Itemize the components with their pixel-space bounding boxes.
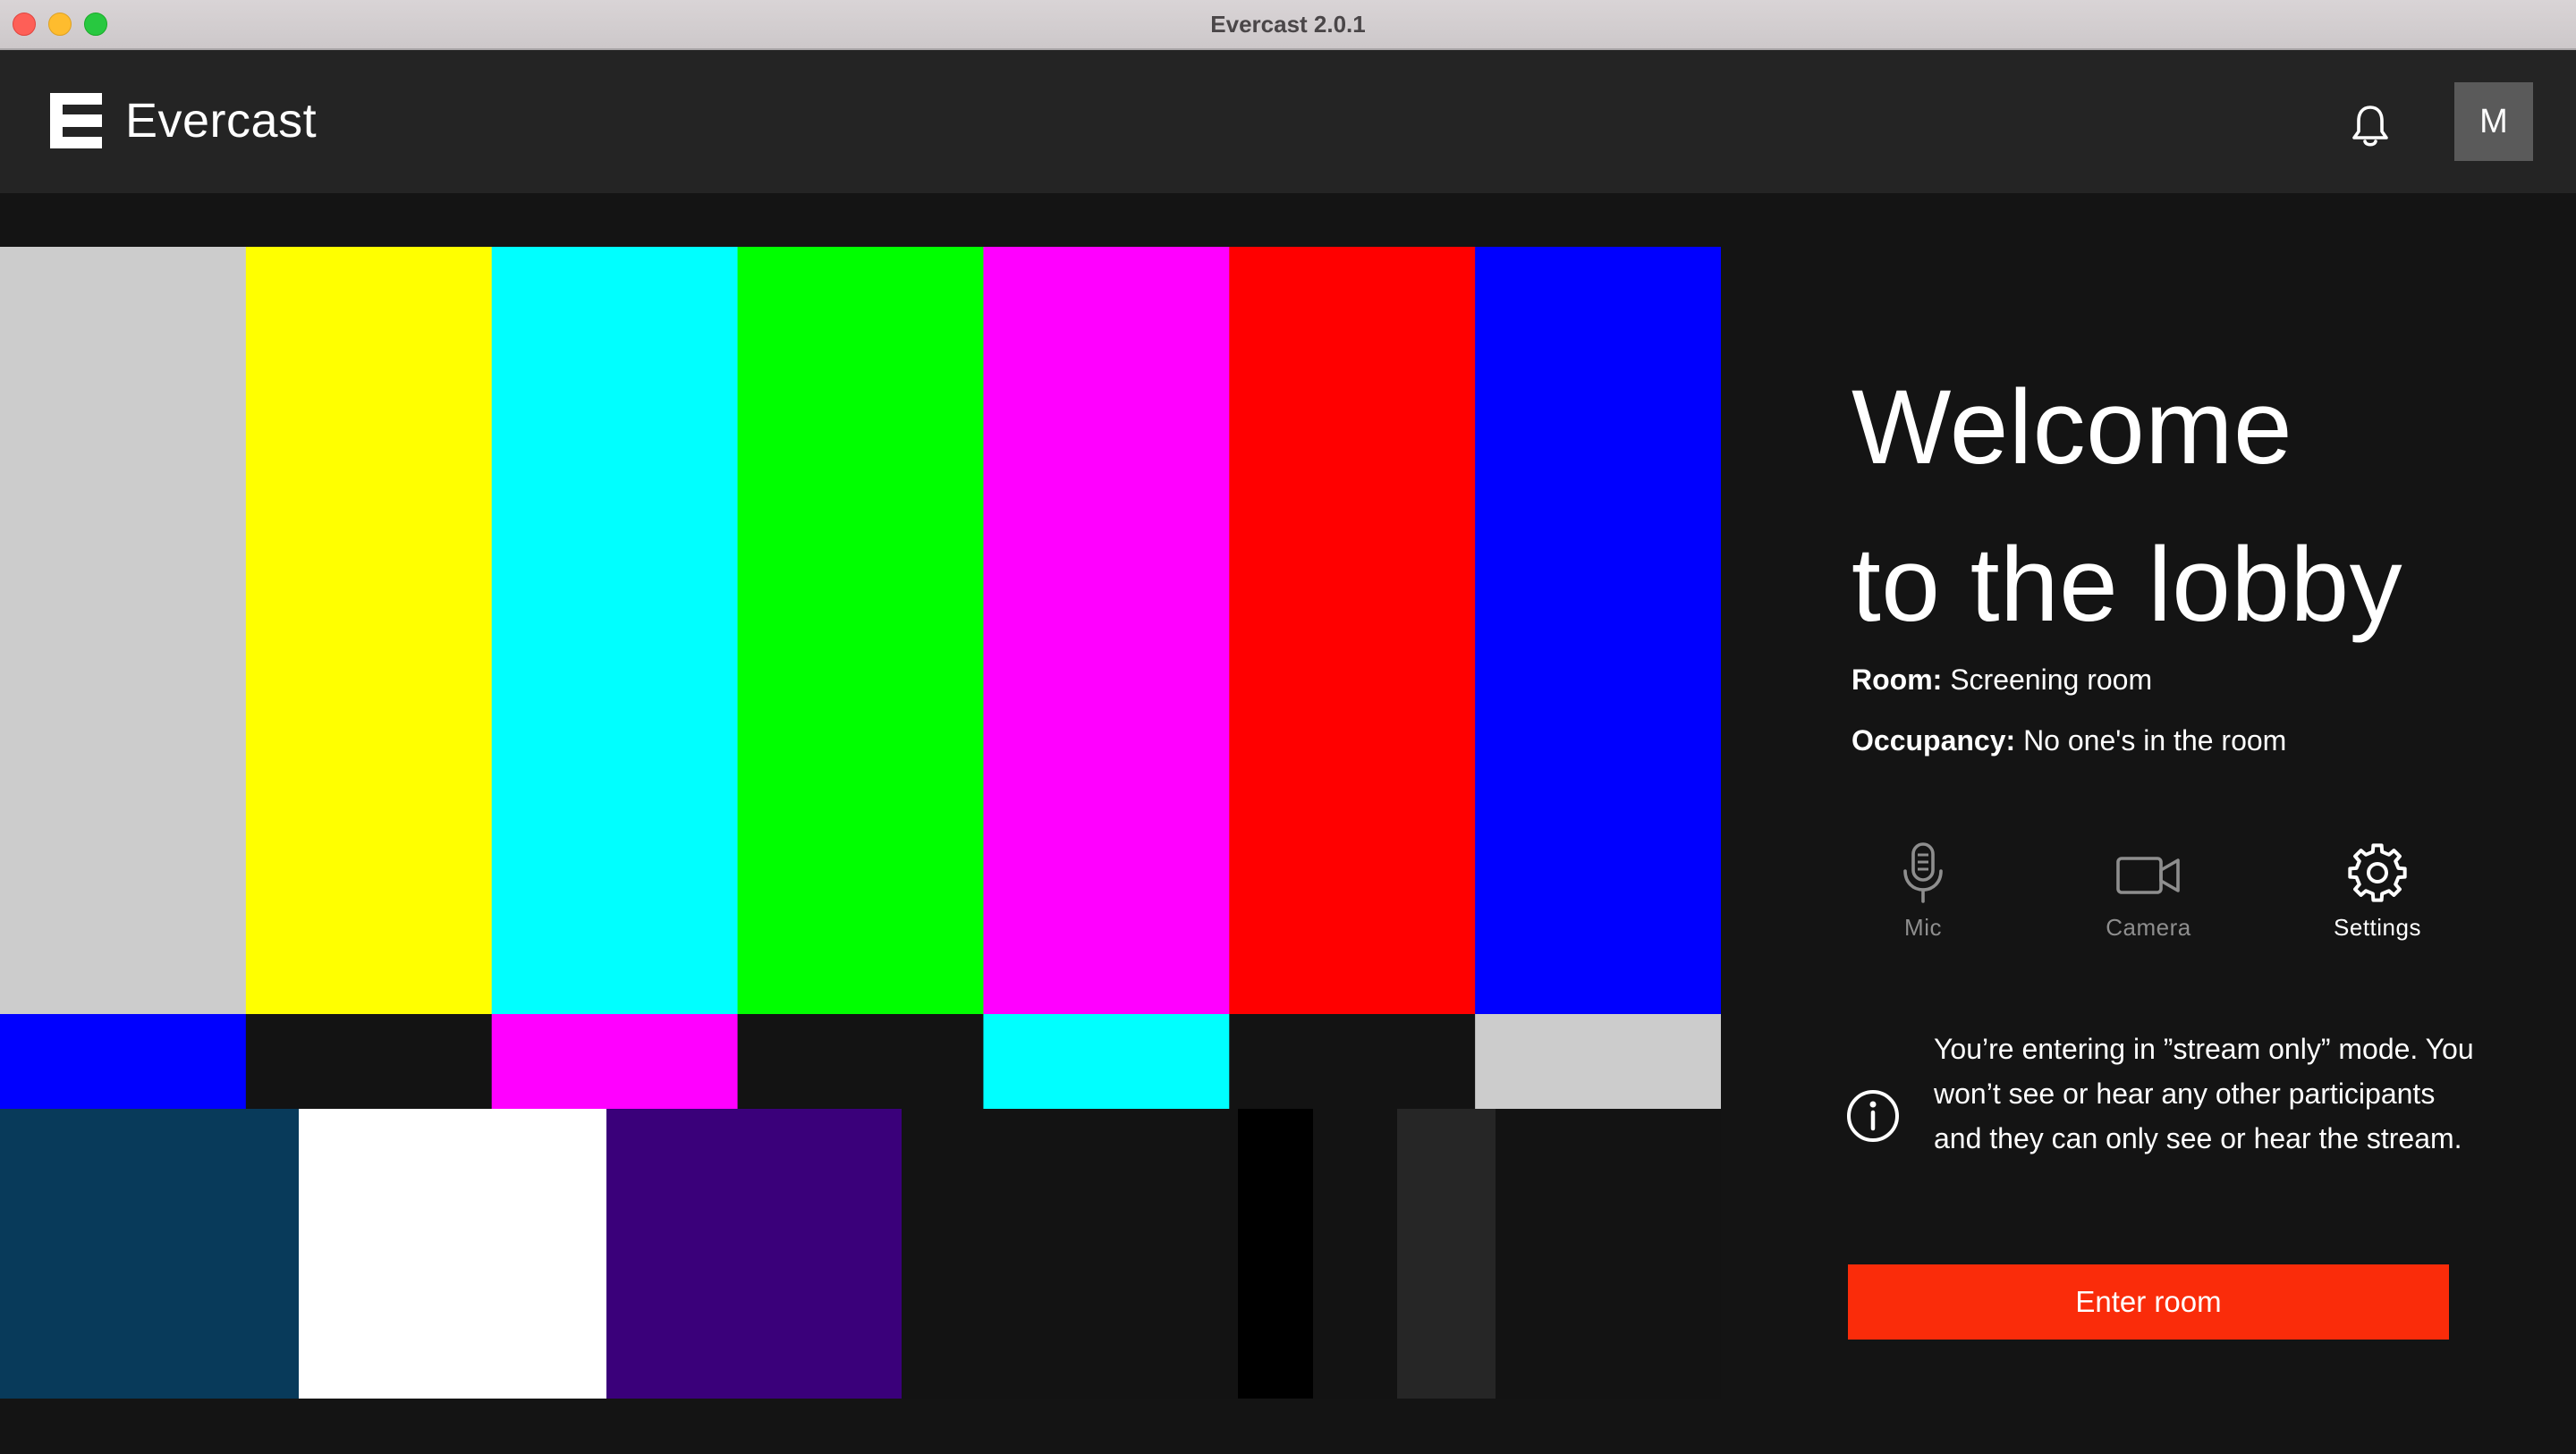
middle-color-bar (983, 1014, 1231, 1109)
bell-icon[interactable] (2351, 104, 2390, 148)
bottom-color-block (606, 1109, 902, 1399)
occupancy-label: Occupancy: (1852, 724, 2016, 757)
device-controls: Mic Camera Settings (1852, 841, 2478, 948)
middle-color-bar (1475, 1014, 1721, 1109)
color-bars-test-pattern (0, 247, 1721, 1399)
camera-toggle-button[interactable]: Camera (2077, 841, 2220, 942)
room-info: Room: Screening room (1852, 664, 2152, 697)
mic-toggle-button[interactable]: Mic (1852, 841, 1995, 942)
brand-name: Evercast (125, 94, 318, 148)
settings-button[interactable]: Settings (2306, 841, 2449, 942)
lobby-panel: Welcome to the lobby Room: Screening roo… (1852, 349, 2531, 757)
video-preview (0, 247, 1721, 1399)
top-color-bar (737, 247, 985, 1014)
bottom-color-block (299, 1109, 607, 1399)
info-icon (1847, 1090, 1899, 1142)
settings-label: Settings (2334, 914, 2421, 941)
enter-room-button[interactable]: Enter room (1848, 1264, 2449, 1340)
bottom-color-block (1397, 1109, 1496, 1399)
bottom-color-block (1496, 1109, 1721, 1399)
top-color-bar (1229, 247, 1477, 1014)
occupancy-info: Occupancy: No one's in the room (1852, 724, 2286, 757)
lobby-title-line-1: Welcome (1852, 368, 2293, 486)
window-title: Evercast 2.0.1 (1210, 11, 1366, 38)
room-name: Screening room (1950, 664, 2153, 696)
bottom-color-block (902, 1109, 1239, 1399)
app-header: Evercast M (0, 50, 2576, 193)
top-color-bar (0, 247, 247, 1014)
evercast-logo-icon (50, 93, 102, 148)
middle-color-bar (737, 1014, 985, 1109)
lobby-title: Welcome to the lobby (1852, 349, 2531, 664)
middle-color-bar (245, 1014, 493, 1109)
lobby-title-line-2: to the lobby (1852, 526, 2403, 644)
gear-icon (2348, 843, 2407, 902)
top-color-bar (245, 247, 493, 1014)
middle-color-bar (1229, 1014, 1477, 1109)
notice-text: You’re entering in ”stream only” mode. Y… (1934, 1033, 2474, 1154)
user-avatar[interactable]: M (2454, 82, 2533, 161)
top-color-bar (491, 247, 739, 1014)
room-label: Room: (1852, 664, 1943, 696)
bottom-color-block (1238, 1109, 1314, 1399)
top-color-bar (1475, 247, 1721, 1014)
window-titlebar: Evercast 2.0.1 (0, 0, 2576, 50)
bottom-color-block (0, 1109, 300, 1399)
middle-color-bar (491, 1014, 739, 1109)
camera-label: Camera (2106, 914, 2191, 941)
mic-label: Mic (1904, 914, 1942, 941)
top-color-bar (983, 247, 1231, 1014)
brand-logo[interactable]: Evercast (50, 93, 317, 148)
microphone-icon (1903, 842, 1943, 903)
middle-color-bar (0, 1014, 247, 1109)
video-camera-icon (2116, 857, 2180, 894)
occupancy-value: No one's in the room (2023, 724, 2287, 757)
bottom-color-block (1313, 1109, 1398, 1399)
